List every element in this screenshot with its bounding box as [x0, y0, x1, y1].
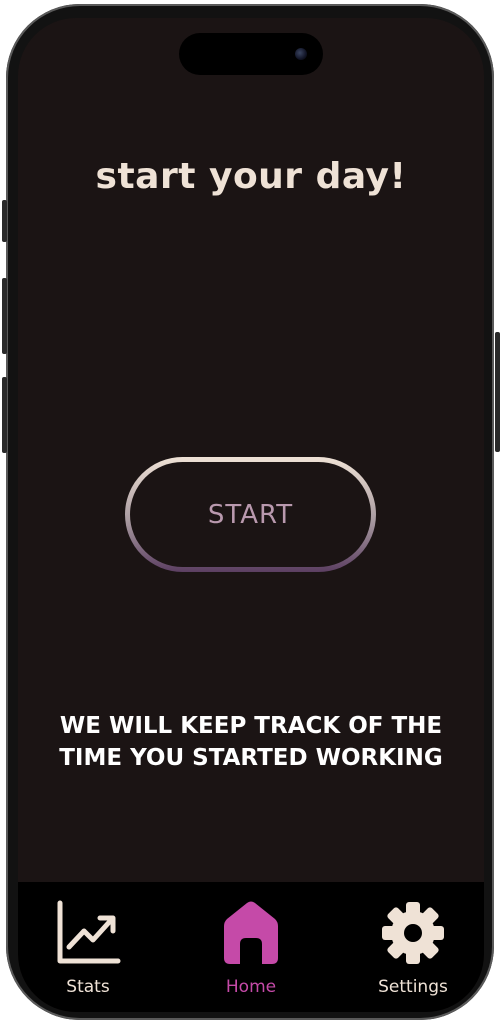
dynamic-island	[179, 33, 323, 75]
tab-home-label: Home	[225, 977, 277, 997]
action-button	[2, 200, 7, 242]
tab-home[interactable]: Home	[186, 882, 316, 1012]
volume-down-button	[2, 377, 7, 453]
tab-bar: Stats Home Settings	[18, 882, 484, 1012]
info-text: WE WILL KEEP TRACK OF THE TIME YOU START…	[59, 713, 443, 771]
tab-settings-label: Settings	[378, 977, 448, 997]
chart-trend-icon	[57, 900, 121, 964]
tab-stats[interactable]: Stats	[23, 882, 153, 1012]
volume-up-button	[2, 278, 7, 354]
start-button-label: START	[130, 462, 371, 567]
power-button	[495, 332, 500, 452]
home-icon	[224, 901, 278, 964]
camera-icon	[295, 48, 307, 60]
tab-settings[interactable]: Settings	[348, 882, 478, 1012]
tab-stats-label: Stats	[66, 977, 110, 997]
page-title: start your day!	[95, 156, 407, 197]
start-button[interactable]: START	[125, 457, 376, 572]
gear-icon	[382, 902, 444, 964]
